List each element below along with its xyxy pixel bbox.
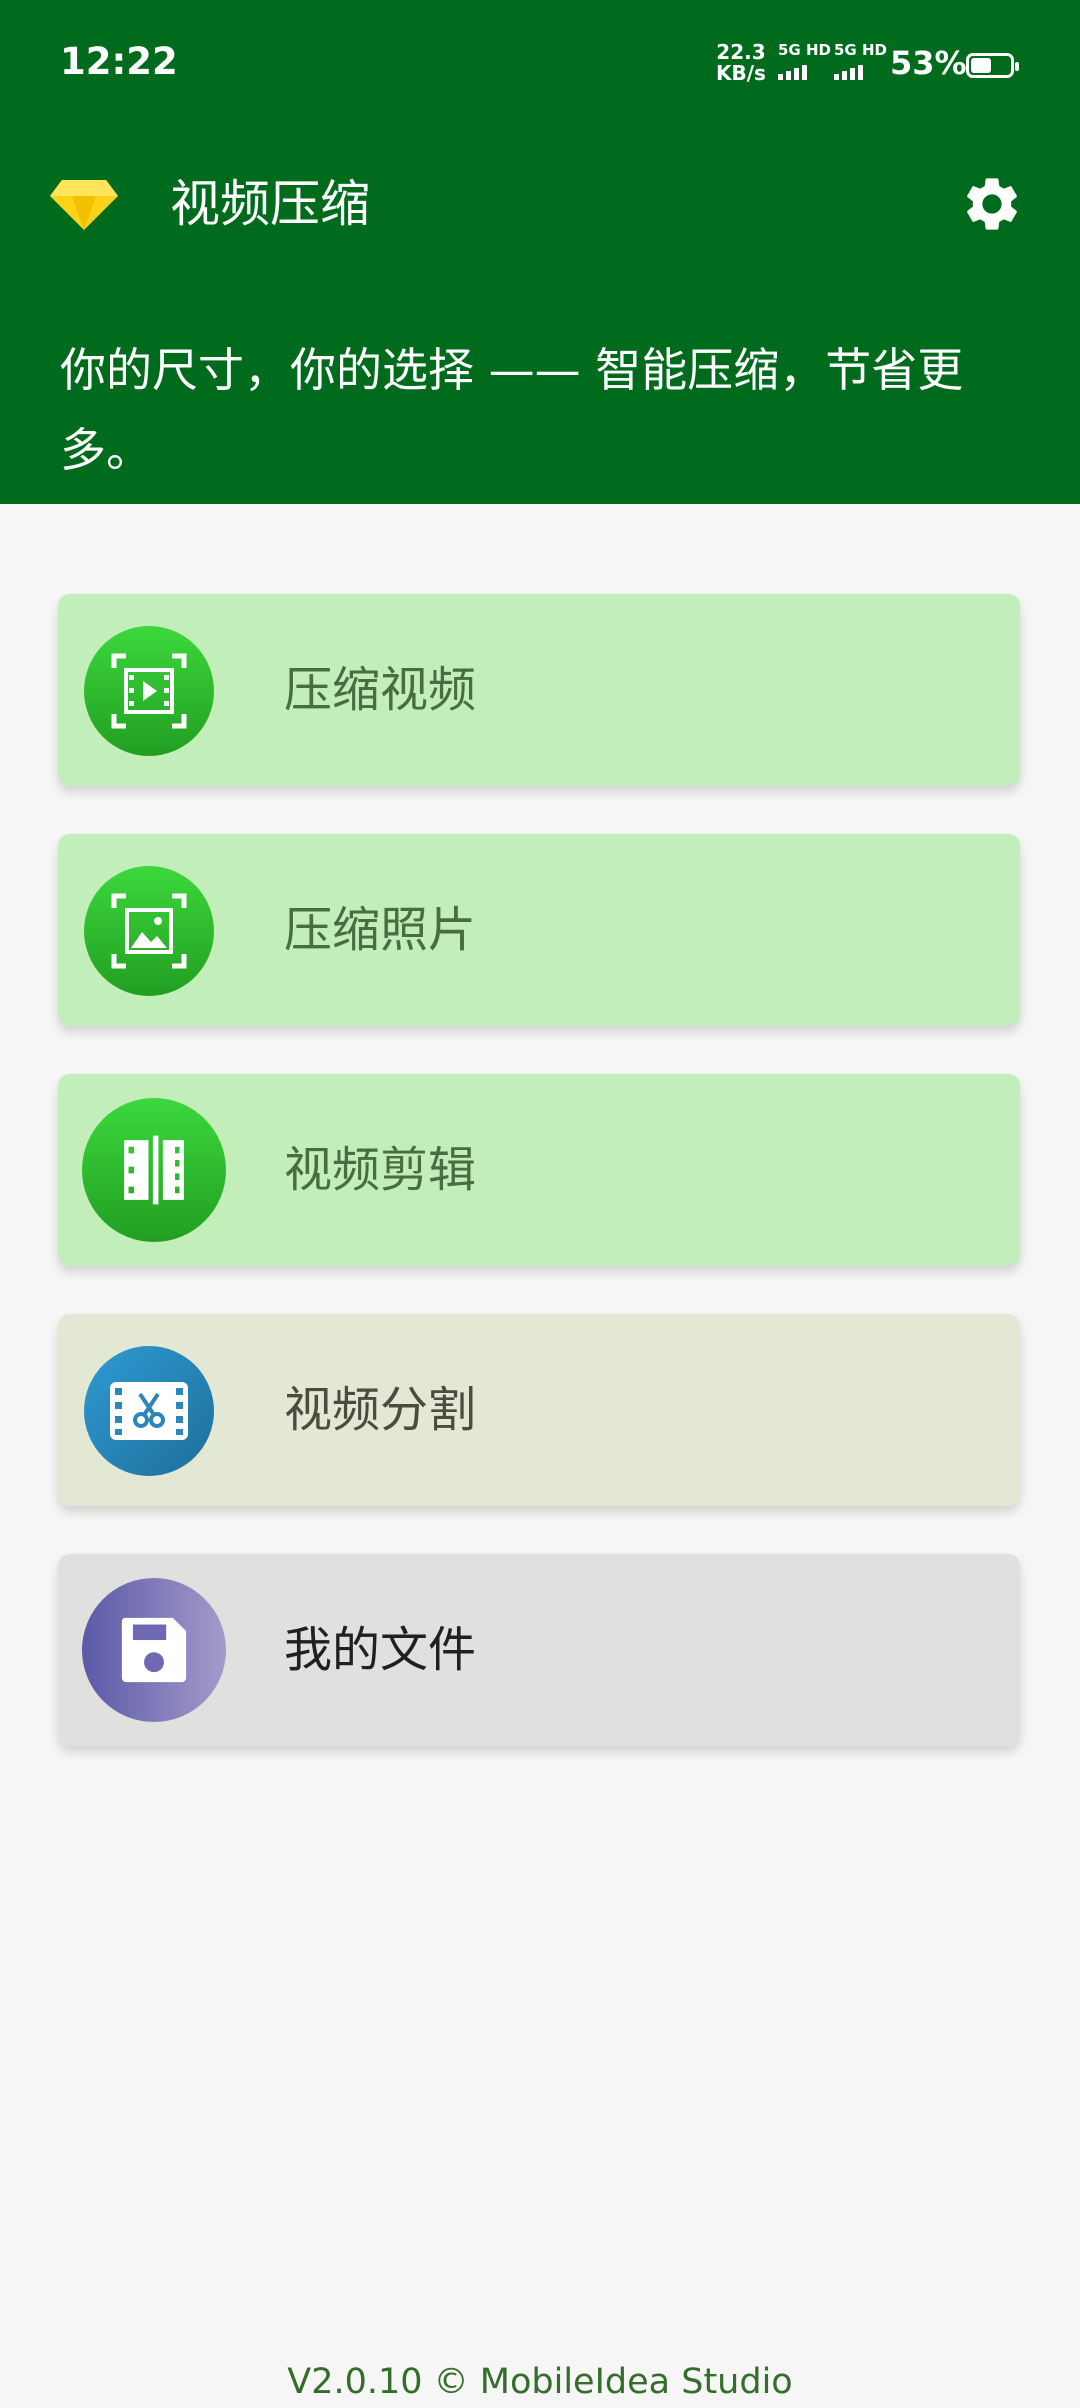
network-speed-value: 22.3 [716,40,766,64]
compress-video-icon [84,626,214,756]
app-title: 视频压缩 [170,175,370,233]
compress-photo-label: 压缩照片 [284,902,477,958]
signal-sim2-label: 5G HD [834,41,887,59]
video-trim-button[interactable]: 视频剪辑 [58,1074,1020,1266]
network-speed-unit: KB/s [716,61,766,85]
network-speed: 22.3 KB/s [716,42,766,84]
video-trim-label: 视频剪辑 [284,1142,477,1198]
video-split-label: 视频分割 [284,1382,477,1438]
version-footer: V2.0.10 © MobileIdea Studio [287,2362,793,2402]
gear-icon[interactable] [960,172,1024,236]
tagline-line-2: 多。 [60,423,152,477]
status-bar: 12:22 22.3 KB/s 5G HD 5G HD 53% [0,0,1080,120]
compress-photo-icon [84,866,214,996]
signal-bars-icon [834,62,887,80]
app-bar: 视频压缩 [0,150,1080,260]
signal-sim2: 5G HD [834,42,887,80]
battery-icon [966,53,1019,78]
video-split-button[interactable]: 视频分割 [58,1314,1020,1506]
signal-bars-icon [778,62,831,80]
battery-fill [971,58,991,73]
my-files-button[interactable]: 我的文件 [58,1554,1020,1746]
diamond-icon[interactable] [48,176,120,232]
compress-video-label: 压缩视频 [284,662,477,718]
tagline-line-1: 你的尺寸，你的选择 —— 智能压缩，节省更 [60,343,964,397]
video-trim-icon [82,1098,226,1242]
save-file-icon [82,1578,226,1722]
signal-sim1-label: 5G HD [778,41,831,59]
compress-photo-button[interactable]: 压缩照片 [58,834,1020,1026]
compress-video-button[interactable]: 压缩视频 [58,594,1020,786]
my-files-label: 我的文件 [284,1622,477,1678]
header: 12:22 22.3 KB/s 5G HD 5G HD 53% 视频压缩 你的尺… [0,0,1080,504]
status-time: 12:22 [60,40,178,83]
battery-percent: 53% [890,44,967,82]
video-split-icon [84,1346,214,1476]
signal-sim1: 5G HD [778,42,831,80]
